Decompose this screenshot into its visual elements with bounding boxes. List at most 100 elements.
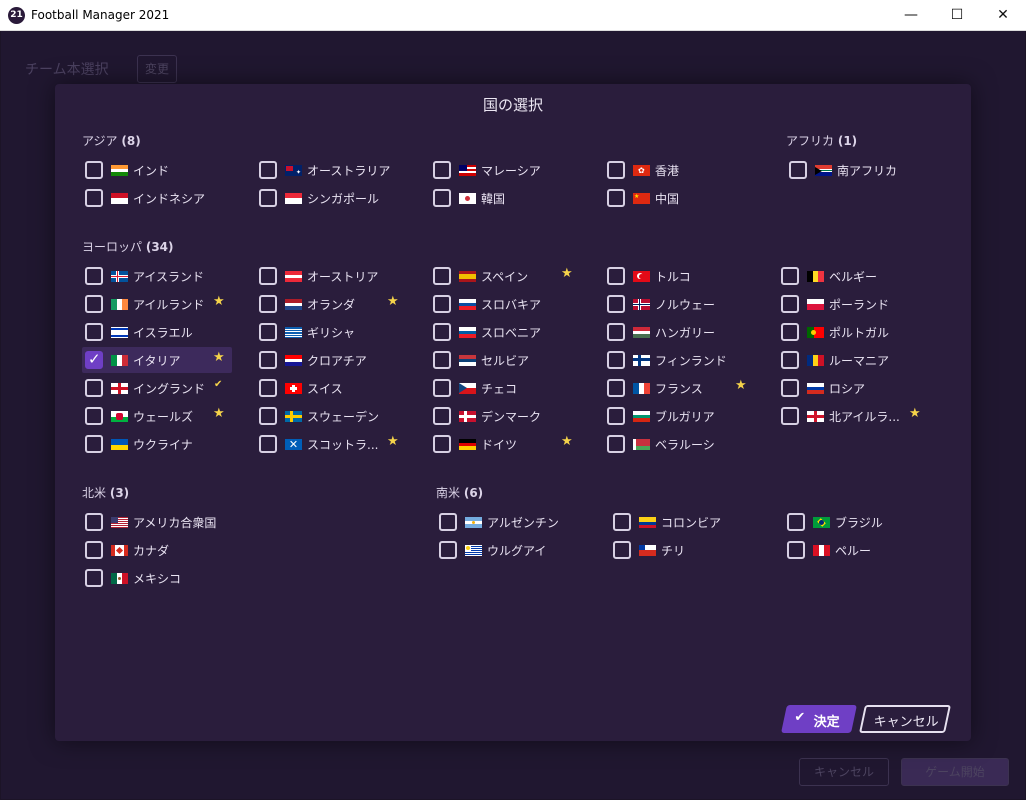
country-checkbox[interactable]	[433, 351, 451, 369]
country-item[interactable]: コロンビア	[610, 509, 760, 535]
country-checkbox[interactable]	[607, 295, 625, 313]
country-item[interactable]: インドネシア	[82, 185, 232, 211]
country-item[interactable]: セルビア	[430, 347, 580, 373]
country-item[interactable]: シンガポール	[256, 185, 406, 211]
country-checkbox[interactable]	[781, 407, 799, 425]
country-item[interactable]: マレーシア	[430, 157, 580, 183]
country-checkbox[interactable]	[607, 189, 625, 207]
country-item[interactable]: ハンガリー	[604, 319, 754, 345]
country-checkbox[interactable]	[259, 351, 277, 369]
country-checkbox[interactable]	[433, 295, 451, 313]
country-checkbox[interactable]	[85, 379, 103, 397]
country-item[interactable]: チェコ	[430, 375, 580, 401]
country-item[interactable]: フランス ★	[604, 375, 754, 401]
maximize-button[interactable]: ☐	[934, 0, 980, 31]
country-item[interactable]: 南アフリカ	[786, 157, 936, 183]
country-item[interactable]: ブラジル	[784, 509, 934, 535]
country-checkbox[interactable]	[85, 513, 103, 531]
country-item[interactable]: オーストリア	[256, 263, 406, 289]
country-item[interactable]: ルーマニア	[778, 347, 928, 373]
country-item[interactable]: スウェーデン	[256, 403, 406, 429]
close-button[interactable]: ✕	[980, 0, 1026, 31]
country-item[interactable]: スペイン ★	[430, 263, 580, 289]
country-item[interactable]: ベラルーシ	[604, 431, 754, 457]
country-item[interactable]: イタリア ★	[82, 347, 232, 373]
country-checkbox[interactable]	[259, 407, 277, 425]
country-checkbox[interactable]	[787, 513, 805, 531]
country-checkbox[interactable]	[433, 379, 451, 397]
country-item[interactable]: イングランド ✔	[82, 375, 232, 401]
country-checkbox[interactable]	[433, 323, 451, 341]
country-item[interactable]: トルコ	[604, 263, 754, 289]
country-item[interactable]: ✕ スコットラ... ★	[256, 431, 406, 457]
country-item[interactable]: メキシコ	[82, 565, 232, 591]
country-item[interactable]: ポーランド	[778, 291, 928, 317]
country-item[interactable]: ブルガリア	[604, 403, 754, 429]
country-item[interactable]: ポルトガル	[778, 319, 928, 345]
country-item[interactable]: チリ	[610, 537, 760, 563]
country-checkbox[interactable]	[787, 541, 805, 559]
country-checkbox[interactable]	[85, 350, 103, 369]
cancel-button[interactable]: キャンセル	[859, 705, 951, 733]
country-item[interactable]: ペルー	[784, 537, 934, 563]
country-item[interactable]: スロベニア	[430, 319, 580, 345]
country-checkbox[interactable]	[433, 407, 451, 425]
country-item[interactable]: アルゼンチン	[436, 509, 586, 535]
country-item[interactable]: ベルギー	[778, 263, 928, 289]
country-item[interactable]: デンマーク	[430, 403, 580, 429]
country-checkbox[interactable]	[433, 435, 451, 453]
country-item[interactable]: カナダ	[82, 537, 232, 563]
country-checkbox[interactable]	[613, 541, 631, 559]
country-checkbox[interactable]	[789, 161, 807, 179]
country-item[interactable]: スロバキア	[430, 291, 580, 317]
country-checkbox[interactable]	[439, 541, 457, 559]
country-checkbox[interactable]	[607, 323, 625, 341]
country-item[interactable]: 北アイルラ... ★	[778, 403, 928, 429]
country-checkbox[interactable]	[781, 267, 799, 285]
country-checkbox[interactable]	[781, 379, 799, 397]
country-checkbox[interactable]	[85, 435, 103, 453]
country-item[interactable]: ✿ 香港	[604, 157, 754, 183]
country-checkbox[interactable]	[433, 267, 451, 285]
country-checkbox[interactable]	[259, 295, 277, 313]
country-checkbox[interactable]	[613, 513, 631, 531]
country-checkbox[interactable]	[433, 189, 451, 207]
country-checkbox[interactable]	[259, 379, 277, 397]
country-checkbox[interactable]	[607, 267, 625, 285]
country-checkbox[interactable]	[259, 267, 277, 285]
country-item[interactable]: アイルランド ★	[82, 291, 232, 317]
country-checkbox[interactable]	[85, 189, 103, 207]
country-item[interactable]: ノルウェー	[604, 291, 754, 317]
country-item[interactable]: ウェールズ ★	[82, 403, 232, 429]
country-item[interactable]: フィンランド	[604, 347, 754, 373]
country-checkbox[interactable]	[781, 295, 799, 313]
country-item[interactable]: アイスランド	[82, 263, 232, 289]
country-checkbox[interactable]	[259, 161, 277, 179]
confirm-button[interactable]: ✔ 決定	[781, 705, 857, 733]
country-checkbox[interactable]	[433, 161, 451, 179]
country-item[interactable]: ウクライナ	[82, 431, 232, 457]
country-checkbox[interactable]	[607, 379, 625, 397]
country-item[interactable]: アメリカ合衆国	[82, 509, 232, 535]
country-item[interactable]: オランダ ★	[256, 291, 406, 317]
country-checkbox[interactable]	[259, 189, 277, 207]
country-checkbox[interactable]	[607, 161, 625, 179]
country-checkbox[interactable]	[85, 541, 103, 559]
minimize-button[interactable]: —	[888, 0, 934, 31]
country-checkbox[interactable]	[439, 513, 457, 531]
country-item[interactable]: ✦ オーストラリア	[256, 157, 406, 183]
country-item[interactable]: イスラエル	[82, 319, 232, 345]
country-checkbox[interactable]	[607, 407, 625, 425]
country-checkbox[interactable]	[259, 323, 277, 341]
country-checkbox[interactable]	[607, 435, 625, 453]
country-checkbox[interactable]	[85, 267, 103, 285]
country-item[interactable]: ★ 中国	[604, 185, 754, 211]
country-item[interactable]: ドイツ ★	[430, 431, 580, 457]
country-checkbox[interactable]	[85, 323, 103, 341]
country-item[interactable]: インド	[82, 157, 232, 183]
country-checkbox[interactable]	[781, 351, 799, 369]
country-checkbox[interactable]	[259, 435, 277, 453]
country-checkbox[interactable]	[85, 569, 103, 587]
country-item[interactable]: ロシア	[778, 375, 928, 401]
country-item[interactable]: 韓国	[430, 185, 580, 211]
